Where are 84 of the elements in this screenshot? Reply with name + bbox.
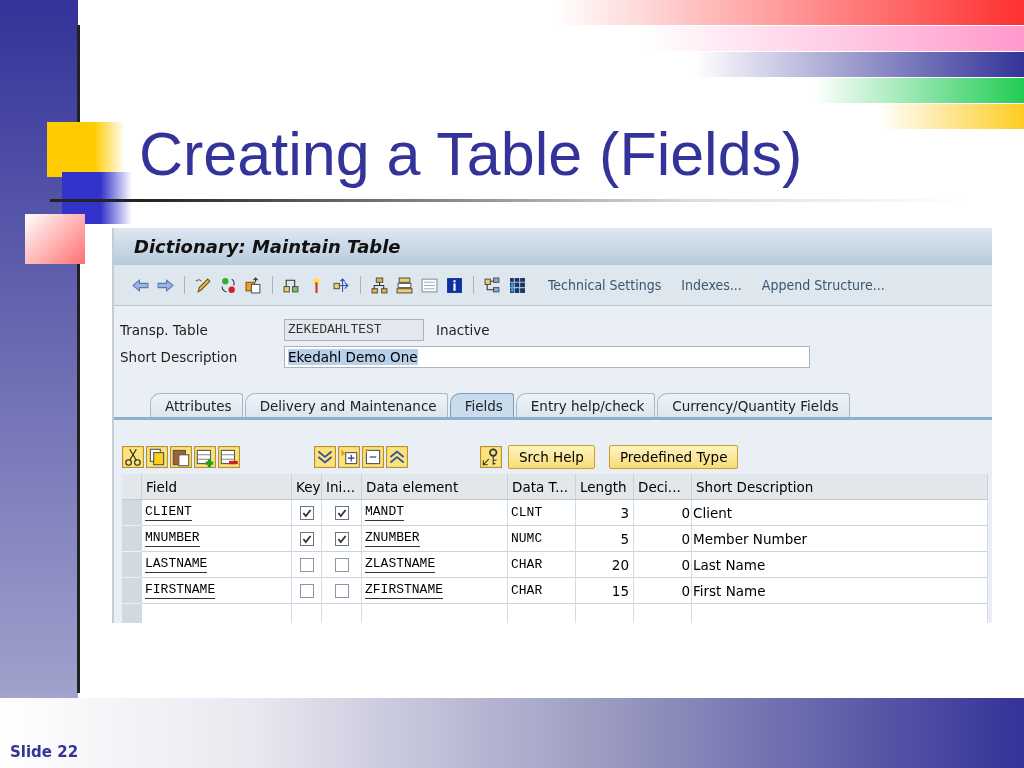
- tab[interactable]: Entry help/check: [515, 393, 656, 417]
- toolbar-button[interactable]: Technical Settings: [538, 277, 672, 293]
- circle-arrows-icon[interactable]: [220, 276, 237, 294]
- table-cell: MANDT: [362, 500, 508, 526]
- table-cell: 3: [576, 500, 634, 526]
- copy-icon[interactable]: [146, 446, 168, 468]
- input-field[interactable]: Ekedahl Demo One: [284, 345, 810, 368]
- table-cell: [634, 604, 692, 623]
- table-cell: 0: [634, 578, 692, 604]
- status-text: Inactive: [436, 321, 490, 338]
- tab[interactable]: Fields: [449, 393, 514, 417]
- toolbar-button[interactable]: Indexes...: [671, 277, 752, 293]
- column-header[interactable]: Short Description: [692, 474, 988, 500]
- table-cell: CLIENT: [142, 500, 292, 526]
- toolbar-button[interactable]: Predefined Type: [608, 445, 739, 469]
- checkbox[interactable]: [299, 557, 314, 572]
- checkbox[interactable]: [299, 505, 314, 520]
- table-cell: Last Name: [692, 552, 988, 578]
- column-header[interactable]: Key: [292, 474, 322, 500]
- pencil-icon[interactable]: [195, 276, 212, 294]
- table-cell: ZLASTNAME: [362, 552, 508, 578]
- insert-icon[interactable]: [338, 446, 360, 468]
- table-cell: 0: [634, 552, 692, 578]
- tab[interactable]: Attributes: [150, 393, 243, 417]
- column-header[interactable]: Ini...: [322, 474, 362, 500]
- scissors-icon[interactable]: [122, 446, 144, 468]
- accent-square: [25, 214, 85, 264]
- collapse-icon[interactable]: [362, 446, 384, 468]
- column-header[interactable]: Data T...: [508, 474, 576, 500]
- column-header[interactable]: Field: [142, 474, 292, 500]
- table-cell: First Name: [692, 578, 988, 604]
- column-header[interactable]: Data element: [362, 474, 508, 500]
- checkbox[interactable]: [299, 583, 314, 598]
- table-cell: 15: [576, 578, 634, 604]
- slide-number: Slide 22: [10, 743, 79, 761]
- back-arrow-icon[interactable]: [132, 276, 149, 294]
- up-icon[interactable]: [386, 446, 408, 468]
- key-icon[interactable]: [480, 446, 502, 468]
- table-cell: [508, 604, 576, 623]
- copy-box-icon[interactable]: [245, 276, 262, 294]
- table-cell: ZFIRSTNAME: [362, 578, 508, 604]
- checkbox[interactable]: [334, 583, 349, 598]
- checkbox[interactable]: [334, 505, 349, 520]
- toolbar-button[interactable]: Srch Help: [508, 445, 595, 469]
- row-header: [122, 474, 142, 500]
- table-cell: NUMC: [508, 526, 576, 552]
- columns-icon[interactable]: [509, 276, 526, 294]
- table-cell: MNUMBER: [142, 526, 292, 552]
- table-cell: 0: [634, 526, 692, 552]
- accent-square: [62, 172, 132, 224]
- stack-icon[interactable]: [396, 276, 413, 294]
- tab[interactable]: Currency/Quantity Fields: [657, 393, 850, 417]
- table-cell: [576, 604, 634, 623]
- table-cell: 0: [634, 500, 692, 526]
- hierarchy-icon[interactable]: [371, 276, 388, 294]
- table-cell: 5: [576, 526, 634, 552]
- forward-arrow-icon[interactable]: [157, 276, 174, 294]
- table-cell: CLNT: [508, 500, 576, 526]
- column-header[interactable]: Deci...: [634, 474, 692, 500]
- paste-icon[interactable]: [170, 446, 192, 468]
- table-cell: FIRSTNAME: [142, 578, 292, 604]
- checkbox[interactable]: [334, 531, 349, 546]
- table-cell: Client: [692, 500, 988, 526]
- table-cell: ZNUMBER: [362, 526, 508, 552]
- table-cell: Member Number: [692, 526, 988, 552]
- checkbox[interactable]: [299, 531, 314, 546]
- toolbar-button[interactable]: Append Structure...: [751, 277, 895, 293]
- add-row-icon[interactable]: [194, 446, 216, 468]
- window-title: Dictionary: Maintain Table: [114, 228, 992, 265]
- field-label: Transp. Table: [120, 321, 209, 338]
- info-icon[interactable]: [446, 276, 463, 294]
- expand-icon[interactable]: [314, 446, 336, 468]
- table-cell: CHAR: [508, 578, 576, 604]
- table-cell: 20: [576, 552, 634, 578]
- table-cell: LASTNAME: [142, 552, 292, 578]
- branch-arrow-icon[interactable]: [333, 276, 350, 294]
- column-header[interactable]: Length: [576, 474, 634, 500]
- input-field[interactable]: ZEKEDAHLTEST: [284, 318, 424, 341]
- table-cell: CHAR: [508, 552, 576, 578]
- tab[interactable]: Delivery and Maintenance: [244, 393, 448, 417]
- delete-row-icon[interactable]: [218, 446, 240, 468]
- node-tree-icon[interactable]: [484, 276, 501, 294]
- checkbox[interactable]: [334, 557, 349, 572]
- field-label: Short Description: [120, 348, 239, 365]
